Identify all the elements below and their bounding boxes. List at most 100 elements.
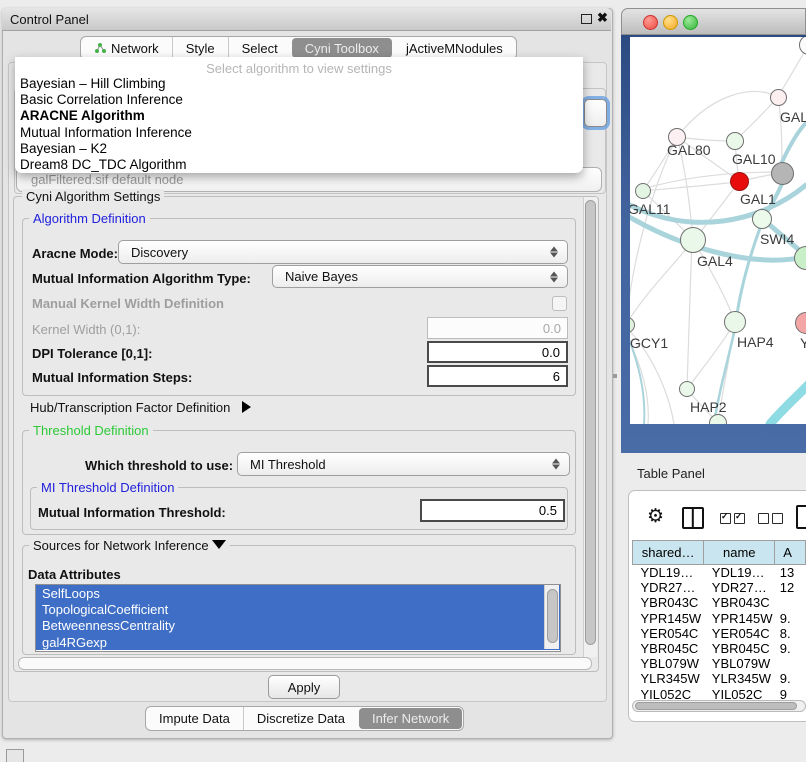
network-node-hap2[interactable] [679,381,695,397]
table-row[interactable]: YDL19…YDL19…13 [633,565,806,581]
table-cell: YLR345W [633,671,704,686]
aracne-mode-combo[interactable]: Discovery [118,240,568,264]
table-row[interactable]: YPR145WYPR145W9. [633,611,806,626]
table-horizontal-scrollbar[interactable] [632,700,806,712]
column-header[interactable]: shared… [633,541,704,565]
table-row[interactable]: YBR045CYBR045C9. [633,641,806,656]
table-row[interactable]: YDR27…YDR27…12 [633,580,806,595]
maximize-traffic-light[interactable] [683,15,698,30]
attributes-list-scrollbar[interactable] [544,585,559,649]
network-canvas[interactable]: GALGAL80GAL10GAL1GAL11SWI4GAL4GCY1HAP4YH… [630,37,806,424]
hub-definition-toggle[interactable]: Hub/Transcription Factor Definition [30,400,251,415]
mi-type-label: Mutual Information Algorithm Type: [32,271,251,286]
table-cell: YDR27… [704,580,775,595]
table-cell: YBL079W [633,656,704,671]
column-header[interactable]: name [704,541,775,565]
table-cell: 12 [775,580,806,595]
node-table: shared… name A YDL19…YDL19…13YDR27…YDR27… [632,540,806,702]
algorithm-option[interactable]: Dream8 DC_TDC Algorithm [18,157,578,173]
table-cell: 9. [775,671,806,686]
network-node-hap4[interactable] [724,311,746,333]
table-cell [775,656,806,671]
dpi-tolerance-label: DPI Tolerance [0,1]: [32,346,152,361]
mi-type-combo[interactable]: Naive Bayes [272,265,568,288]
table-row[interactable]: YER054CYER054C8. [633,626,806,641]
tab-select[interactable]: Select [228,37,291,59]
select-all-icon[interactable] [720,511,748,529]
tab-cyni-toolbox[interactable]: Cyni Toolbox [292,38,392,58]
tab-style[interactable]: Style [172,37,228,59]
kernel-width-field[interactable]: 0.0 [427,317,568,339]
table-row[interactable]: YBL079WYBL079W [633,656,806,671]
attributes-scrollbar-thumb[interactable] [547,589,558,643]
node-label: GAL10 [732,151,776,167]
mi-threshold-definition-title: MI Threshold Definition [37,480,178,495]
data-attribute-item[interactable]: gal4RGexp [36,634,560,650]
control-panel-title: Control Panel [10,12,89,27]
algorithm-option[interactable]: ARACNE Algorithm [18,108,578,124]
manual-kernel-checkbox[interactable] [552,296,567,311]
algorithm-dropdown: Select algorithm to view settings Bayesi… [15,57,583,173]
algorithm-option[interactable]: Mutual Information Inference [18,125,578,141]
table-cell: YBL079W [704,656,775,671]
control-panel-titlebar[interactable] [2,8,611,31]
split-view-icon[interactable] [682,507,704,529]
tab-infer-network[interactable]: Infer Network [359,708,462,729]
table-scrollbar-thumb[interactable] [635,702,797,710]
close-traffic-light[interactable] [643,15,658,30]
mi-threshold-field[interactable]: 0.5 [420,499,565,522]
tab-discretize-data[interactable]: Discretize Data [243,707,358,730]
data-attribute-item[interactable]: TopologicalCoefficient [36,601,560,617]
which-threshold-combo[interactable]: MI Threshold [237,452,570,476]
float-window-icon[interactable] [581,14,592,24]
minimized-window-icon[interactable] [6,749,24,762]
data-attributes-list[interactable]: SelfLoopsTopologicalCoefficientBetweenne… [35,584,561,652]
dpi-tolerance-field[interactable]: 0.0 [427,341,568,363]
node-label: HAP4 [737,334,774,350]
aracne-mode-label: Aracne Mode: [32,246,118,261]
column-header[interactable]: A [775,541,806,565]
panel-divider-handle[interactable] [613,374,617,378]
close-icon[interactable]: ✖ [597,10,608,26]
algorithm-option[interactable]: Bayesian – K2 [18,141,578,157]
algorithm-option[interactable]: Bayesian – Hill Climbing [18,76,578,92]
table-row[interactable]: YBR043CYBR043C [633,595,806,610]
network-node-gal11[interactable] [635,183,651,199]
table-cell: YPR145W [704,611,775,626]
settings-horizontal-scrollbar[interactable] [18,657,592,670]
network-node-gal10[interactable] [726,132,744,150]
sources-group-title[interactable]: Sources for Network Inference [29,538,230,553]
network-node-swi4[interactable] [752,209,772,229]
apply-button[interactable]: Apply [268,675,340,699]
data-attribute-item[interactable]: SelfLoops [36,585,560,601]
settings-vertical-scrollbar[interactable] [583,197,597,657]
minimize-traffic-light[interactable] [663,15,678,30]
settings-gear-icon[interactable]: ⚙ [647,505,664,527]
algorithm-combo-focused-edge[interactable] [584,99,607,127]
node-label: GAL1 [740,191,776,207]
deselect-all-icon[interactable] [758,511,786,529]
document-icon[interactable] [796,505,806,529]
table-panel-title: Table Panel [637,466,705,481]
table-cell: YLR345W [704,671,775,686]
data-attribute-item[interactable]: BetweennessCentrality [36,618,560,634]
network-node-gal[interactable] [770,89,787,106]
network-node[interactable] [771,162,794,185]
table-cell: YDL19… [704,565,775,581]
tab-impute-data[interactable]: Impute Data [146,707,243,730]
algorithm-option[interactable]: Basic Correlation Inference [18,92,578,108]
table-row[interactable]: YLR345WYLR345W9. [633,671,806,686]
settings-scrollbar-thumb[interactable] [585,200,596,645]
chevron-right-icon[interactable] [242,401,251,413]
chevron-down-icon[interactable] [212,540,226,549]
node-label: GAL80 [667,142,711,158]
tab-jactivemnodules[interactable]: jActiveMNodules [393,37,516,59]
table-cell: YPR145W [633,611,704,626]
node-label: GAL4 [697,253,733,269]
network-node-gal1[interactable] [730,172,749,191]
mi-steps-field[interactable]: 6 [427,365,568,387]
settings-group-title: Cyni Algorithm Settings [22,189,164,204]
table-cell: YBR045C [633,641,704,656]
network-node-gal4[interactable] [680,227,706,253]
tab-network[interactable]: Network [81,37,172,59]
